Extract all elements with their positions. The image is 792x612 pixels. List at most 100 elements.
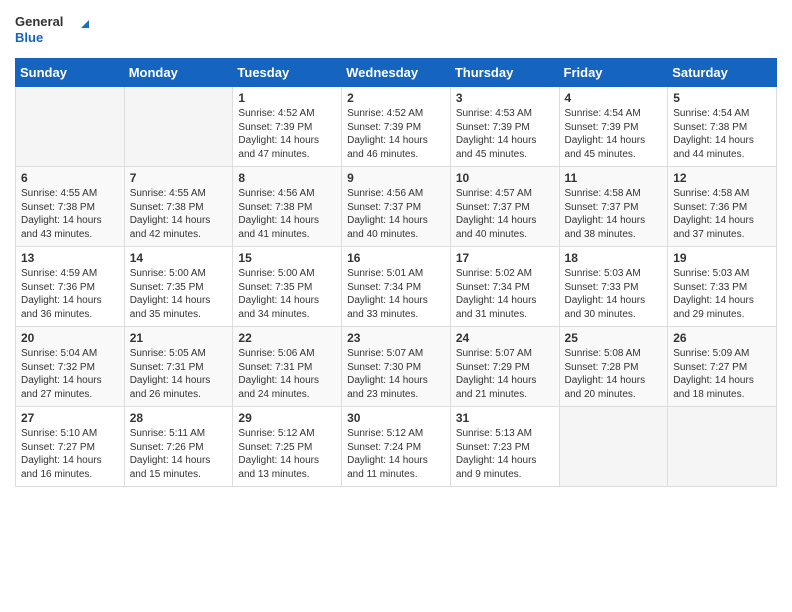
calendar-cell: 8 Sunrise: 4:56 AMSunset: 7:38 PMDaylight… bbox=[233, 167, 342, 247]
day-info: Sunrise: 5:12 AMSunset: 7:25 PMDaylight:… bbox=[238, 427, 336, 481]
day-info: Sunrise: 4:55 AMSunset: 7:38 PMDaylight:… bbox=[130, 187, 228, 241]
calendar-cell: 22 Sunrise: 5:06 AMSunset: 7:31 PMDayligh… bbox=[233, 327, 342, 407]
calendar-cell: 24 Sunrise: 5:07 AMSunset: 7:29 PMDayligh… bbox=[450, 327, 559, 407]
day-info: Sunrise: 4:56 AMSunset: 7:38 PMDaylight:… bbox=[238, 187, 336, 241]
calendar-week-row: 13Sunrise: 4:59 AMSunset: 7:36 PMDayligh… bbox=[16, 247, 777, 327]
page-header: General Blue bbox=[15, 10, 777, 50]
day-info: Sunrise: 5:00 AMSunset: 7:35 PMDaylight:… bbox=[238, 267, 336, 321]
calendar-cell: 11 Sunrise: 4:58 AMSunset: 7:37 PMDayligh… bbox=[559, 167, 668, 247]
calendar-cell: 26 Sunrise: 5:09 AMSunset: 7:27 PMDayligh… bbox=[668, 327, 777, 407]
day-info: Sunrise: 4:52 AMSunset: 7:39 PMDaylight:… bbox=[347, 107, 445, 161]
calendar-cell: 3Sunrise: 4:53 AMSunset: 7:39 PMDaylight… bbox=[450, 87, 559, 167]
day-info: Sunrise: 5:13 AMSunset: 7:23 PMDaylight:… bbox=[456, 427, 554, 481]
calendar-cell: 28Sunrise: 5:11 AMSunset: 7:26 PMDayligh… bbox=[124, 407, 233, 487]
day-number: 6 bbox=[21, 171, 119, 185]
calendar-cell: 15 Sunrise: 5:00 AMSunset: 7:35 PMDayligh… bbox=[233, 247, 342, 327]
day-info: Sunrise: 5:06 AMSunset: 7:31 PMDaylight:… bbox=[238, 347, 336, 401]
day-number: 25 bbox=[565, 331, 663, 345]
day-number: 27 bbox=[21, 411, 119, 425]
day-info: Sunrise: 4:59 AMSunset: 7:36 PMDaylight:… bbox=[21, 267, 119, 321]
calendar-week-row: 20 Sunrise: 5:04 AMSunset: 7:32 PMDayligh… bbox=[16, 327, 777, 407]
calendar-cell bbox=[124, 87, 233, 167]
day-info: Sunrise: 4:52 AMSunset: 7:39 PMDaylight:… bbox=[238, 107, 336, 161]
calendar-table: SundayMondayTuesdayWednesdayThursdayFrid… bbox=[15, 58, 777, 487]
day-info: Sunrise: 4:55 AMSunset: 7:38 PMDaylight:… bbox=[21, 187, 119, 241]
calendar-cell: 20 Sunrise: 5:04 AMSunset: 7:32 PMDayligh… bbox=[16, 327, 125, 407]
calendar-cell: 2 Sunrise: 4:52 AMSunset: 7:39 PMDaylight… bbox=[342, 87, 451, 167]
calendar-cell: 29 Sunrise: 5:12 AMSunset: 7:25 PMDayligh… bbox=[233, 407, 342, 487]
day-info: Sunrise: 4:56 AMSunset: 7:37 PMDaylight:… bbox=[347, 187, 445, 241]
svg-text:Blue: Blue bbox=[15, 30, 43, 45]
calendar-week-row: 27Sunrise: 5:10 AMSunset: 7:27 PMDayligh… bbox=[16, 407, 777, 487]
calendar-cell: 5 Sunrise: 4:54 AMSunset: 7:38 PMDaylight… bbox=[668, 87, 777, 167]
day-info: Sunrise: 5:05 AMSunset: 7:31 PMDaylight:… bbox=[130, 347, 228, 401]
day-info: Sunrise: 4:54 AMSunset: 7:39 PMDaylight:… bbox=[565, 107, 663, 161]
calendar-cell: 12 Sunrise: 4:58 AMSunset: 7:36 PMDayligh… bbox=[668, 167, 777, 247]
day-info: Sunrise: 5:12 AMSunset: 7:24 PMDaylight:… bbox=[347, 427, 445, 481]
weekday-header: Saturday bbox=[668, 59, 777, 87]
calendar-cell: 27Sunrise: 5:10 AMSunset: 7:27 PMDayligh… bbox=[16, 407, 125, 487]
day-number: 18 bbox=[565, 251, 663, 265]
day-number: 4 bbox=[565, 91, 663, 105]
weekday-header: Tuesday bbox=[233, 59, 342, 87]
day-info: Sunrise: 5:07 AMSunset: 7:29 PMDaylight:… bbox=[456, 347, 554, 401]
day-number: 21 bbox=[130, 331, 228, 345]
calendar-cell: 10 Sunrise: 4:57 AMSunset: 7:37 PMDayligh… bbox=[450, 167, 559, 247]
day-number: 16 bbox=[347, 251, 445, 265]
day-number: 22 bbox=[238, 331, 336, 345]
day-number: 2 bbox=[347, 91, 445, 105]
day-info: Sunrise: 5:03 AMSunset: 7:33 PMDaylight:… bbox=[673, 267, 771, 321]
day-number: 31 bbox=[456, 411, 554, 425]
calendar-cell: 9Sunrise: 4:56 AMSunset: 7:37 PMDaylight… bbox=[342, 167, 451, 247]
day-number: 20 bbox=[21, 331, 119, 345]
day-info: Sunrise: 4:58 AMSunset: 7:37 PMDaylight:… bbox=[565, 187, 663, 241]
calendar-cell: 23Sunrise: 5:07 AMSunset: 7:30 PMDayligh… bbox=[342, 327, 451, 407]
day-info: Sunrise: 5:00 AMSunset: 7:35 PMDaylight:… bbox=[130, 267, 228, 321]
calendar-cell: 13Sunrise: 4:59 AMSunset: 7:36 PMDayligh… bbox=[16, 247, 125, 327]
day-info: Sunrise: 5:08 AMSunset: 7:28 PMDaylight:… bbox=[565, 347, 663, 401]
day-info: Sunrise: 5:09 AMSunset: 7:27 PMDaylight:… bbox=[673, 347, 771, 401]
day-info: Sunrise: 5:01 AMSunset: 7:34 PMDaylight:… bbox=[347, 267, 445, 321]
weekday-header: Sunday bbox=[16, 59, 125, 87]
day-info: Sunrise: 4:57 AMSunset: 7:37 PMDaylight:… bbox=[456, 187, 554, 241]
day-number: 17 bbox=[456, 251, 554, 265]
calendar-cell: 6 Sunrise: 4:55 AMSunset: 7:38 PMDaylight… bbox=[16, 167, 125, 247]
day-number: 10 bbox=[456, 171, 554, 185]
weekday-header: Thursday bbox=[450, 59, 559, 87]
day-number: 30 bbox=[347, 411, 445, 425]
day-number: 8 bbox=[238, 171, 336, 185]
calendar-cell: 16 Sunrise: 5:01 AMSunset: 7:34 PMDayligh… bbox=[342, 247, 451, 327]
day-number: 15 bbox=[238, 251, 336, 265]
weekday-header: Friday bbox=[559, 59, 668, 87]
day-number: 19 bbox=[673, 251, 771, 265]
day-number: 26 bbox=[673, 331, 771, 345]
day-number: 24 bbox=[456, 331, 554, 345]
calendar-cell: 4 Sunrise: 4:54 AMSunset: 7:39 PMDaylight… bbox=[559, 87, 668, 167]
day-number: 12 bbox=[673, 171, 771, 185]
svg-text:General: General bbox=[15, 14, 63, 29]
calendar-cell bbox=[16, 87, 125, 167]
day-number: 7 bbox=[130, 171, 228, 185]
day-number: 11 bbox=[565, 171, 663, 185]
day-number: 14 bbox=[130, 251, 228, 265]
calendar-cell: 18 Sunrise: 5:03 AMSunset: 7:33 PMDayligh… bbox=[559, 247, 668, 327]
calendar-week-row: 6 Sunrise: 4:55 AMSunset: 7:38 PMDaylight… bbox=[16, 167, 777, 247]
weekday-header: Monday bbox=[124, 59, 233, 87]
day-number: 3 bbox=[456, 91, 554, 105]
day-number: 5 bbox=[673, 91, 771, 105]
day-info: Sunrise: 4:58 AMSunset: 7:36 PMDaylight:… bbox=[673, 187, 771, 241]
day-info: Sunrise: 5:03 AMSunset: 7:33 PMDaylight:… bbox=[565, 267, 663, 321]
day-info: Sunrise: 5:11 AMSunset: 7:26 PMDaylight:… bbox=[130, 427, 228, 481]
day-number: 1 bbox=[238, 91, 336, 105]
day-info: Sunrise: 4:54 AMSunset: 7:38 PMDaylight:… bbox=[673, 107, 771, 161]
calendar-cell: 17Sunrise: 5:02 AMSunset: 7:34 PMDayligh… bbox=[450, 247, 559, 327]
logo-svg: General Blue bbox=[15, 10, 95, 50]
calendar-cell: 14 Sunrise: 5:00 AMSunset: 7:35 PMDayligh… bbox=[124, 247, 233, 327]
calendar-cell bbox=[668, 407, 777, 487]
weekday-header: Wednesday bbox=[342, 59, 451, 87]
calendar-cell: 1 Sunrise: 4:52 AMSunset: 7:39 PMDaylight… bbox=[233, 87, 342, 167]
weekday-header-row: SundayMondayTuesdayWednesdayThursdayFrid… bbox=[16, 59, 777, 87]
day-number: 29 bbox=[238, 411, 336, 425]
day-info: Sunrise: 5:04 AMSunset: 7:32 PMDaylight:… bbox=[21, 347, 119, 401]
calendar-week-row: 1 Sunrise: 4:52 AMSunset: 7:39 PMDaylight… bbox=[16, 87, 777, 167]
